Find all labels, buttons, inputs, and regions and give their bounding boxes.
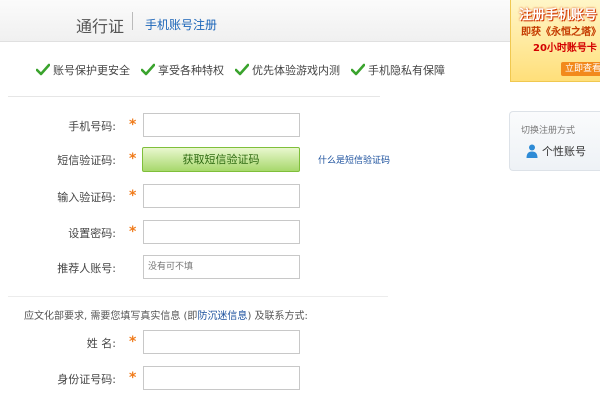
- real-name-notice: 应文化部要求, 需要您填写真实信息 (即防沉迷信息) 及联系方式:: [24, 307, 308, 322]
- phone-input[interactable]: [143, 113, 300, 137]
- required-mark: *: [129, 224, 137, 240]
- required-mark: *: [129, 370, 137, 386]
- real-name-input[interactable]: [143, 330, 300, 354]
- sms-help-link[interactable]: 什么是短信验证码: [318, 153, 390, 166]
- id-number-input[interactable]: [143, 366, 300, 390]
- referrer-row: 推荐人账号:: [0, 255, 500, 279]
- password-label: 设置密码:: [68, 227, 116, 240]
- required-mark: *: [129, 117, 137, 133]
- benefit-label: 手机隐私有保障: [368, 64, 445, 77]
- personal-account-label: 个性账号: [542, 145, 586, 158]
- verify-code-input[interactable]: [143, 184, 300, 208]
- name-row: 姓 名: *: [0, 330, 500, 354]
- sms-code-row: 短信验证码: * 获取短信验证码 什么是短信验证码: [0, 147, 500, 172]
- benefit-item: 享受各种特权: [141, 62, 224, 78]
- benefits-list: 账号保护更安全 享受各种特权 优先体验游戏内测 手机隐私有保障: [36, 62, 456, 78]
- personal-account-option[interactable]: 个性账号: [526, 143, 586, 159]
- anti-addiction-link[interactable]: 防沉迷信息: [197, 311, 247, 322]
- benefit-item: 优先体验游戏内测: [235, 62, 340, 78]
- referrer-input[interactable]: [143, 255, 300, 279]
- benefit-label: 账号保护更安全: [53, 64, 130, 77]
- promo-view-button[interactable]: 立即查看: [561, 62, 600, 76]
- page-subtitle: 手机账号注册: [145, 18, 218, 32]
- sms-code-label: 短信验证码:: [57, 154, 116, 167]
- check-icon: [351, 63, 365, 76]
- divider: [8, 96, 380, 97]
- get-sms-code-button[interactable]: 获取短信验证码: [142, 147, 300, 172]
- required-mark: *: [129, 188, 137, 204]
- user-icon: [526, 144, 538, 158]
- verify-code-row: 输入验证码: *: [0, 184, 500, 208]
- name-label: 姓 名:: [86, 337, 116, 350]
- id-number-row: 身份证号码: *: [0, 366, 500, 390]
- check-icon: [141, 63, 155, 76]
- promo-title: 注册手机账号: [519, 8, 598, 23]
- verify-code-label: 输入验证码:: [57, 191, 116, 204]
- header-divider: [132, 12, 133, 30]
- phone-label: 手机号码:: [68, 120, 116, 133]
- benefit-label: 优先体验游戏内测: [252, 64, 340, 77]
- id-number-label: 身份证号码:: [57, 373, 116, 386]
- switch-registration-panel: 切换注册方式 个性账号: [509, 111, 600, 171]
- promo-subtitle: 即获《永恒之塔》: [521, 27, 600, 38]
- divider: [8, 296, 388, 297]
- referrer-label: 推荐人账号:: [57, 262, 116, 275]
- check-icon: [36, 63, 50, 76]
- brand-title: 通行证: [76, 17, 125, 36]
- notice-suffix: ) 及联系方式:: [247, 311, 308, 322]
- required-mark: *: [129, 151, 137, 167]
- promo-banner[interactable]: 注册手机账号 即获《永恒之塔》 20小时账号卡 立即查看: [510, 0, 600, 82]
- phone-row: 手机号码: *: [0, 113, 500, 137]
- benefit-item: 账号保护更安全: [36, 62, 130, 78]
- promo-offer: 20小时账号卡: [533, 43, 597, 54]
- password-row: 设置密码: *: [0, 220, 500, 244]
- benefit-label: 享受各种特权: [158, 64, 224, 77]
- switch-title: 切换注册方式: [521, 126, 576, 136]
- password-input[interactable]: [143, 220, 300, 244]
- required-mark: *: [129, 334, 137, 350]
- notice-prefix: 应文化部要求, 需要您填写真实信息 (即: [24, 311, 198, 322]
- check-icon: [235, 63, 249, 76]
- benefit-item: 手机隐私有保障: [351, 62, 445, 78]
